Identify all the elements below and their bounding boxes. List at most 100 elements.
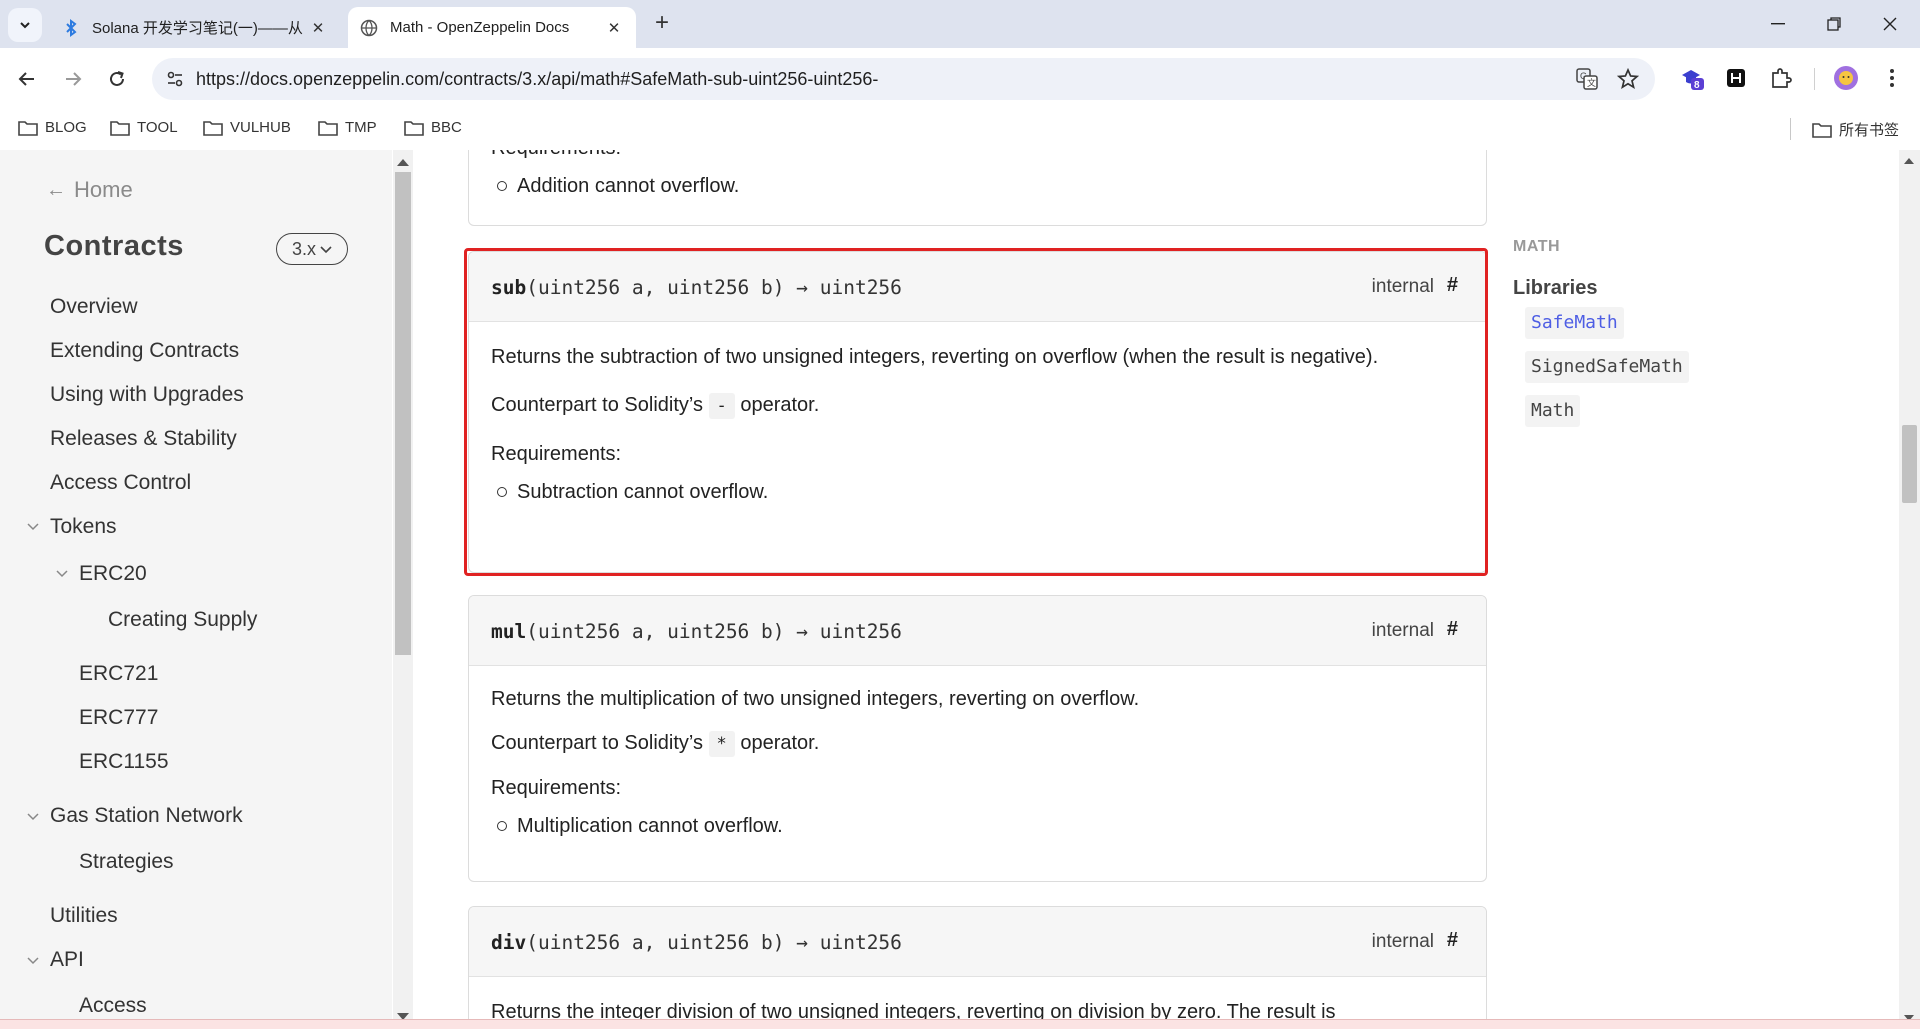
sidebar-item-api[interactable]: API: [50, 948, 84, 972]
sidebar-item-utilities[interactable]: Utilities: [50, 904, 118, 928]
close-icon[interactable]: ✕: [604, 18, 624, 38]
scroll-up-arrow-icon[interactable]: [1904, 158, 1914, 164]
extension-h-icon[interactable]: [1720, 62, 1752, 94]
version-selector[interactable]: 3.x: [276, 233, 348, 265]
forward-arrow-icon[interactable]: [56, 62, 90, 96]
sidebar-item-erc1155[interactable]: ERC1155: [79, 750, 169, 774]
sidebar-item-gas-station-network[interactable]: Gas Station Network: [50, 804, 243, 828]
scroll-up-arrow-icon[interactable]: [397, 159, 409, 166]
chevron-down-icon: [320, 241, 332, 257]
address-bar[interactable]: https://docs.openzeppelin.com/contracts/…: [152, 58, 1655, 100]
back-arrow-icon[interactable]: [10, 62, 44, 96]
folder-icon: [404, 120, 424, 136]
reload-icon[interactable]: [100, 62, 134, 96]
chevron-down-icon[interactable]: [27, 519, 39, 534]
bullet-icon: [497, 181, 507, 191]
url-text: https://docs.openzeppelin.com/contracts/…: [196, 69, 879, 89]
sidebar-item-erc20[interactable]: ERC20: [79, 562, 147, 586]
bookmark-folder-tool[interactable]: TOOL: [110, 119, 178, 136]
toc-item-safemath[interactable]: SafeMath: [1525, 307, 1624, 339]
all-bookmarks-label: 所有书签: [1839, 122, 1900, 139]
function-card-div: div(uint256 a, uint256 b) → uint256 inte…: [468, 906, 1487, 1029]
version-label: 3.x: [291, 238, 316, 259]
chevron-down-icon: [20, 22, 30, 29]
tab-search-button[interactable]: [8, 8, 42, 42]
extension-hat-icon[interactable]: 8: [1676, 62, 1708, 94]
function-card-add: Requirements: Addition cannot overflow.: [468, 150, 1487, 226]
requirements-label: Requirements:: [491, 150, 1464, 165]
sidebar-item-tokens[interactable]: Tokens: [50, 515, 117, 539]
function-name: mul: [491, 620, 527, 643]
function-signature-header: div(uint256 a, uint256 b) → uint256 inte…: [469, 907, 1486, 977]
sidebar-item-strategies[interactable]: Strategies: [79, 850, 174, 874]
all-bookmarks-folder[interactable]: 所有书签: [1812, 119, 1899, 140]
extension-badge: 8: [1694, 80, 1700, 91]
translate-icon[interactable]: G文: [1575, 67, 1599, 91]
chevron-down-icon[interactable]: [56, 566, 68, 581]
requirements-label: Requirements:: [491, 777, 622, 799]
chevron-down-icon[interactable]: [27, 953, 39, 968]
folder-icon: [110, 120, 130, 136]
bookmark-label: VULHUB: [230, 119, 291, 136]
menu-kebab-icon[interactable]: [1876, 62, 1908, 94]
sidebar-scrollbar[interactable]: [393, 150, 413, 1029]
anchor-link[interactable]: #: [1447, 929, 1458, 952]
page-scrollbar-thumb[interactable]: [1902, 425, 1917, 503]
toolbar-divider: [1814, 68, 1815, 90]
function-name: div: [491, 931, 527, 954]
new-tab-plus-icon[interactable]: +: [650, 11, 674, 36]
sidebar-item-erc721[interactable]: ERC721: [79, 662, 158, 686]
close-icon[interactable]: ✕: [308, 18, 328, 38]
toc-item-math[interactable]: Math: [1525, 395, 1581, 427]
page-viewport: ← Home Contracts 3.x Overview Extending …: [0, 150, 1920, 1029]
bookmark-folder-blog[interactable]: BLOG: [18, 119, 87, 136]
toc-section-label: MATH: [1513, 238, 1561, 255]
window-close-icon[interactable]: [1870, 10, 1910, 38]
toc-heading: Libraries: [1513, 277, 1598, 299]
profile-avatar[interactable]: [1830, 62, 1862, 94]
bottom-status-strip: [0, 1019, 1920, 1029]
folder-icon: [318, 120, 338, 136]
visibility-label: internal: [1371, 931, 1434, 952]
function-signature: mul(uint256 a, uint256 b) → uint256: [491, 620, 902, 643]
sidebar-scrollbar-thumb[interactable]: [395, 172, 411, 655]
bookmark-folder-tmp[interactable]: TMP: [318, 119, 377, 136]
docs-sidebar: ← Home Contracts 3.x Overview Extending …: [0, 150, 392, 1029]
bookmark-star-icon[interactable]: [1616, 67, 1640, 91]
sidebar-item-access[interactable]: Access: [79, 994, 147, 1018]
bullet-icon: [497, 821, 507, 831]
anchor-link[interactable]: #: [1447, 618, 1458, 641]
sidebar-item-overview[interactable]: Overview: [50, 295, 138, 319]
toc-item-signedsafemath[interactable]: SignedSafeMath: [1525, 351, 1689, 383]
requirement-text: Addition cannot overflow.: [517, 175, 740, 197]
counterpart-suffix: operator.: [740, 732, 820, 754]
extensions-puzzle-icon[interactable]: [1765, 62, 1797, 94]
bookmark-folder-vulhub[interactable]: VULHUB: [203, 119, 291, 136]
left-arrow-icon: ←: [46, 178, 66, 201]
bookmark-label: BLOG: [45, 119, 87, 136]
chevron-down-icon[interactable]: [27, 809, 39, 824]
highlight-box: [464, 248, 1488, 576]
bookmark-label: TOOL: [137, 119, 178, 136]
site-settings-icon[interactable]: [160, 64, 190, 94]
sidebar-item-creating-supply[interactable]: Creating Supply: [108, 608, 257, 632]
home-link[interactable]: ← Home: [46, 177, 133, 203]
docs-main-content: Requirements: Addition cannot overflow. …: [413, 150, 1903, 1029]
tab-solana-notes[interactable]: Solana 开发学习笔记(一)——从 ✕: [50, 7, 340, 48]
page-scrollbar[interactable]: [1899, 150, 1920, 1029]
function-description: Returns the multiplication of two unsign…: [491, 688, 1140, 710]
sidebar-item-using-with-upgrades[interactable]: Using with Upgrades: [50, 383, 244, 407]
sidebar-item-access-control[interactable]: Access Control: [50, 471, 191, 495]
restore-icon[interactable]: [1814, 10, 1854, 38]
sidebar-item-releases-stability[interactable]: Releases & Stability: [50, 427, 237, 451]
function-card-mul: mul(uint256 a, uint256 b) → uint256 inte…: [468, 595, 1487, 882]
folder-icon: [18, 120, 38, 136]
bookmark-folder-bbc[interactable]: BBC: [404, 119, 462, 136]
home-label: Home: [74, 177, 133, 202]
minimize-icon[interactable]: [1758, 10, 1798, 38]
tab-math-docs[interactable]: Math - OpenZeppelin Docs ✕: [348, 7, 636, 48]
sidebar-item-extending-contracts[interactable]: Extending Contracts: [50, 339, 239, 363]
bookmark-label: TMP: [345, 119, 377, 136]
sidebar-item-erc777[interactable]: ERC777: [79, 706, 158, 730]
folder-icon: [203, 120, 223, 136]
